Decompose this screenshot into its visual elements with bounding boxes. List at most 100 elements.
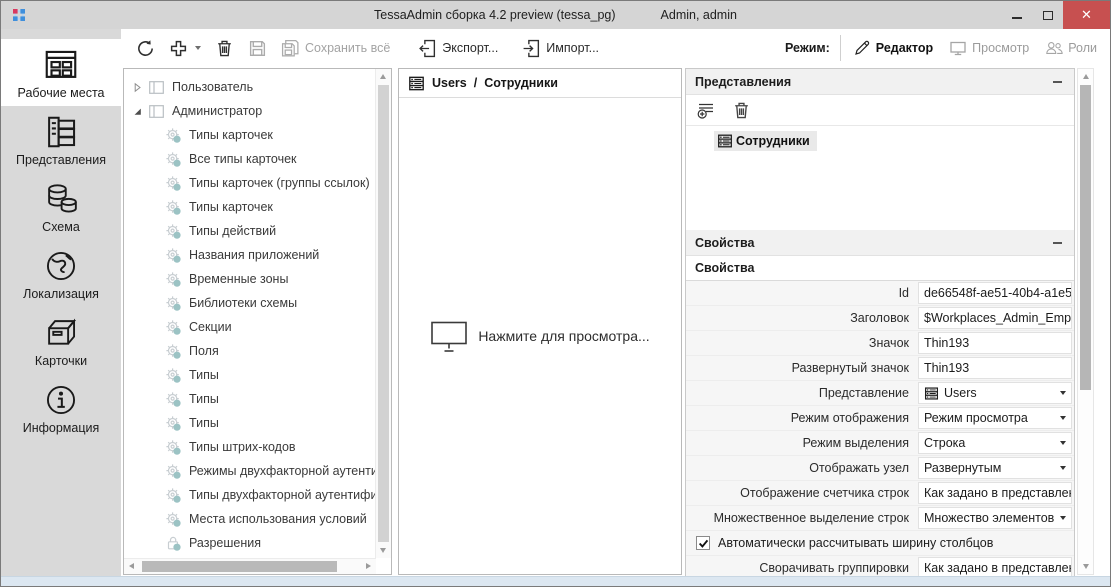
tree-item-label: Пользователь <box>172 80 253 94</box>
export-button[interactable]: Экспорт... <box>411 33 505 63</box>
sidebar-item-label: Карточки <box>35 354 87 368</box>
sidebar-item-localization[interactable]: Локализация <box>1 240 121 307</box>
preview-area[interactable]: Нажмите для просмотра... <box>399 98 681 574</box>
tree-item[interactable]: Названия приложений <box>124 243 376 267</box>
current-user: Admin, admin <box>661 8 737 22</box>
collapse-properties-button[interactable] <box>1049 235 1065 251</box>
mode-editor-button[interactable]: Редактор <box>853 39 933 57</box>
save-all-icon <box>281 39 300 58</box>
trash-icon[interactable] <box>732 101 751 120</box>
sidebar-item-cards[interactable]: Карточки <box>1 307 121 374</box>
window-icon <box>148 79 165 96</box>
maximize-button[interactable] <box>1032 1 1063 29</box>
export-icon <box>418 39 437 58</box>
tree-item[interactable]: Места использования условий <box>124 507 376 531</box>
save-all-button[interactable]: Сохранить всё <box>274 33 397 63</box>
tree-item[interactable]: Разрешения <box>124 531 376 555</box>
refresh-button[interactable] <box>129 33 162 63</box>
scrollbar-thumb[interactable] <box>142 561 337 572</box>
views-icon <box>41 113 81 151</box>
caption-field[interactable]: $Workplaces_Admin_Employ <box>918 307 1072 329</box>
icon-field[interactable]: Thin193 <box>918 332 1072 354</box>
scroll-up-icon[interactable] <box>380 74 386 79</box>
auto-width-checkbox[interactable] <box>696 536 710 550</box>
tree-item[interactable]: Типы штрих-кодов <box>124 435 376 459</box>
properties-section-header: Свойства <box>686 230 1074 256</box>
window-title: TessaAdmin сборка 4.2 preview (tessa_pg) <box>374 8 616 22</box>
import-button[interactable]: Импорт... <box>515 33 606 63</box>
expander-expanded-icon[interactable] <box>132 106 143 117</box>
tree-item[interactable]: Секции <box>124 315 376 339</box>
id-field[interactable]: de66548f-ae51-40b4-a1e5-3 <box>918 282 1072 304</box>
show-node-combobox[interactable]: Развернутым <box>918 457 1072 479</box>
close-button[interactable]: ✕ <box>1063 1 1110 29</box>
gear-icon <box>165 295 182 312</box>
tree-item[interactable]: Типы карточек (группы ссылок) <box>124 171 376 195</box>
scroll-up-icon[interactable] <box>1083 74 1089 79</box>
mode-view-button[interactable]: Просмотр <box>949 39 1029 57</box>
tree-item[interactable]: Библиотеки схемы <box>124 291 376 315</box>
display-mode-combobox[interactable]: Режим просмотра <box>918 407 1072 429</box>
breadcrumb-root[interactable]: Users <box>432 76 467 90</box>
scroll-right-icon[interactable] <box>366 563 371 569</box>
expanded-icon-field[interactable]: Thin193 <box>918 357 1072 379</box>
tree-horizontal-scrollbar[interactable] <box>124 558 376 574</box>
scrollbar-thumb[interactable] <box>1080 85 1091 390</box>
tree-item[interactable]: Типы <box>124 363 376 387</box>
tree-item[interactable]: Все типы карточек <box>124 147 376 171</box>
tree-item-label: Типы карточек <box>189 128 273 142</box>
sidebar-item-schema[interactable]: Схема <box>1 173 121 240</box>
view-combobox[interactable]: Users <box>918 382 1072 404</box>
sidebar-item-workplaces[interactable]: Рабочие места <box>1 39 121 106</box>
tree-item-label: Временные зоны <box>189 272 288 286</box>
scroll-left-icon[interactable] <box>129 563 134 569</box>
window-icon <box>148 103 165 120</box>
sidebar-item-information[interactable]: Информация <box>1 374 121 441</box>
tree-item[interactable]: Режимы двухфакторной аутентиф <box>124 459 376 483</box>
minimize-icon <box>1012 17 1022 19</box>
mode-roles-button[interactable]: Роли <box>1045 39 1097 57</box>
expander-collapsed-icon[interactable] <box>132 82 143 93</box>
status-bar <box>1 576 1110 586</box>
add-button[interactable] <box>162 33 208 63</box>
tree-item[interactable]: Типы действий <box>124 219 376 243</box>
breadcrumb-current[interactable]: Сотрудники <box>484 76 558 90</box>
gear-icon <box>165 319 182 336</box>
combo-arrow-icon <box>1060 416 1066 420</box>
tree-item-user[interactable]: Пользователь <box>124 75 376 99</box>
tree-item[interactable]: Временные зоны <box>124 267 376 291</box>
gear-icon <box>165 175 182 192</box>
tree-item-label: Места использования условий <box>189 512 367 526</box>
tree-item-label: Типы действий <box>189 224 276 238</box>
tree-item[interactable]: Типы карточек <box>124 123 376 147</box>
tree-item[interactable]: Типы двухфакторной аутентифика <box>124 483 376 507</box>
tree-item[interactable]: Поля <box>124 339 376 363</box>
tree-item-administrator[interactable]: Администратор <box>124 99 376 123</box>
save-button[interactable] <box>241 33 274 63</box>
tree-item[interactable]: Типы карточек <box>124 195 376 219</box>
add-view-icon[interactable] <box>697 101 716 120</box>
collapse-views-button[interactable] <box>1049 74 1065 90</box>
property-row-expanded-icon: Развернутый значок Thin193 <box>686 356 1074 381</box>
gear-icon <box>165 367 182 384</box>
tree-item[interactable]: Типы <box>124 411 376 435</box>
scroll-down-icon[interactable] <box>380 548 386 553</box>
scrollbar-thumb[interactable] <box>378 85 389 542</box>
view-item-employees[interactable]: Сотрудники <box>714 131 817 151</box>
tree-item-label: Типы карточек (группы ссылок) <box>189 176 370 190</box>
details-panel: Представления Сотрудники Свойства Свойст… <box>685 68 1075 578</box>
scroll-down-icon[interactable] <box>1083 564 1089 569</box>
selection-mode-combobox[interactable]: Строка <box>918 432 1072 454</box>
minimize-button[interactable] <box>1001 1 1032 29</box>
details-vertical-scrollbar[interactable] <box>1077 68 1094 575</box>
workplaces-tree: Пользователь Администратор Типы карточек… <box>124 69 376 558</box>
tree-item-label: Типы карточек <box>189 200 273 214</box>
row-counter-combobox[interactable]: Как задано в представлен <box>918 482 1072 504</box>
title-bar: TessaAdmin сборка 4.2 preview (tessa_pg)… <box>1 1 1110 29</box>
delete-button[interactable] <box>208 33 241 63</box>
tree-vertical-scrollbar[interactable] <box>375 69 391 558</box>
sidebar-item-views[interactable]: Представления <box>1 106 121 173</box>
multi-select-combobox[interactable]: Множество элементов <box>918 507 1072 529</box>
tree-item[interactable]: Типы <box>124 387 376 411</box>
schema-icon <box>41 180 81 218</box>
